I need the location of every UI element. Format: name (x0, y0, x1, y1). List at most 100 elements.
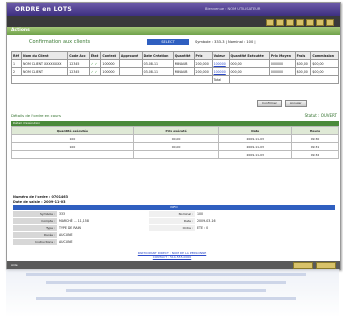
col-header: Quantité exécutée (11, 126, 134, 135)
select-button[interactable]: SELECT (147, 39, 189, 45)
cell: 100 (11, 134, 134, 143)
cell: 00,00 (132, 142, 220, 151)
col-header: Nom du Client (21, 51, 69, 60)
cell: 09:31 (291, 142, 339, 151)
bottom-button[interactable] (316, 262, 336, 269)
field-value: AUCUNE (59, 240, 73, 244)
table-header-row: Réf Nom du Client Code Acc État Contrat … (10, 51, 339, 60)
reflection-stripe (36, 297, 296, 300)
cell: 2009-11-03 (218, 134, 293, 143)
field-label: Compte : (13, 218, 57, 224)
table-row: 2009-11-03 09:32 (11, 150, 339, 159)
field-value: 100 (197, 212, 204, 216)
cell: 12345 (67, 59, 90, 68)
nav-button[interactable] (266, 19, 274, 26)
cell (228, 75, 340, 84)
form-row: Type : TYPE DE RAIN Ordre : ETE : 0 (13, 225, 335, 231)
cell: 100000 (100, 59, 120, 68)
field-value: ETE : 0 (197, 226, 209, 230)
order-number: Numéro de l'ordre : 0701463 (13, 195, 69, 199)
check-icon: ✓ ✓ (88, 59, 102, 68)
cell (11, 150, 134, 159)
cell: $00,00 (310, 59, 339, 68)
form-row: Compte : MARCHÉ ... 11,158 Date : 2009-0… (13, 218, 335, 224)
symbol-label: Symbole : 333-3 | Nominal : 100 | (195, 40, 256, 44)
cell: 2009-11-03 (218, 150, 293, 159)
table-row: 100 00,00 2009-11-03 09:31 (11, 142, 339, 151)
form-row: Instructions : AUCUNE (13, 239, 335, 245)
cell: $00,00 (294, 67, 312, 76)
cancel-button[interactable]: Annuler (284, 100, 307, 107)
action-buttons: Confirmer Annuler (257, 100, 307, 107)
col-header: Heure (291, 126, 339, 135)
bottom-nav: Aide (7, 261, 340, 269)
contact-link[interactable]: CONTACT : 514-555-0000 (107, 255, 237, 259)
cell: 00,00 (132, 134, 220, 143)
field-label: Date : (149, 218, 195, 224)
nav-button[interactable] (306, 19, 314, 26)
top-nav (266, 19, 334, 26)
form-header: INFO (13, 205, 335, 210)
form-row: Durée : AUCUNE (13, 232, 335, 238)
cell: 1 (10, 59, 23, 68)
cell (118, 67, 143, 76)
app-window: ORDRE en LOTS Bienvenue : NOM UTILISATEU… (6, 2, 341, 270)
nav-button[interactable] (326, 19, 334, 26)
col-header: Prix Moyen (268, 51, 296, 60)
cell: $00,00 (310, 67, 339, 76)
execution-table: Quantité exécutée Prix exécuté Date Heur… (11, 126, 339, 159)
cell-link[interactable]: 100000 (211, 67, 230, 76)
cell: 03-08-11 (141, 59, 174, 68)
cell (118, 59, 143, 68)
check-icon: ✓ ✓ (88, 67, 102, 76)
field-label: Instructions : (13, 239, 57, 245)
col-header: Frais (294, 51, 312, 60)
orders-table: Réf Nom du Client Code Acc État Contrat … (10, 51, 340, 84)
nav-button[interactable] (316, 19, 324, 26)
order-info: Numéro de l'ordre : 0701463 Date de sais… (13, 195, 68, 205)
order-form: INFO Symbole : 333 Nominal : 100 Compte … (13, 205, 335, 246)
field-label: Nominal : (149, 211, 195, 217)
cell: 200,000 (193, 67, 213, 76)
app-title: ORDRE en LOTS (15, 6, 72, 13)
col-header: Code Acc (67, 51, 90, 60)
col-header: Quantité Exécutée (228, 51, 270, 60)
cell: 2 (10, 67, 23, 76)
footer-links: PARTICIPANT DIRECT : NOM DE LA PERSONNE … (107, 251, 237, 259)
cell-link[interactable]: 100000 (211, 59, 230, 68)
field-value: MARCHÉ ... 11,158 (59, 219, 89, 223)
title-bar: ORDRE en LOTS Bienvenue : NOM UTILISATEU… (7, 3, 340, 16)
nav-button[interactable] (286, 19, 294, 26)
col-header: Approuvé (118, 51, 143, 60)
col-header: Prix (193, 51, 213, 60)
col-header: Date (218, 126, 293, 135)
help-link[interactable]: Aide (11, 263, 18, 267)
cell: NOM CLIENT (21, 67, 69, 76)
total-row: Total (11, 75, 340, 84)
nav-button[interactable] (296, 19, 304, 26)
confirmation-title: Confirmation aux clients (29, 39, 91, 45)
cell: 09:30 (291, 134, 339, 143)
cell: MINAUB (172, 67, 195, 76)
nav-button[interactable] (276, 19, 284, 26)
section-bar: Actions (7, 27, 340, 35)
cell: 000,00 (228, 59, 270, 68)
reflection-stripe (26, 273, 306, 276)
cell: MINAUB (172, 59, 195, 68)
table-row[interactable]: 1 NOM CLIENT XXXXXXXX 12345 ✓ ✓ 100000 0… (10, 59, 339, 68)
table-row[interactable]: 2 NOM CLIENT 12345 ✓ ✓ 100000 03-08-11 M… (10, 67, 339, 76)
cell: NOM CLIENT XXXXXXXX (21, 59, 69, 68)
welcome-text: Bienvenue : NOM UTILISATEUR (205, 7, 261, 11)
field-label: Type : (13, 225, 57, 231)
col-header: Prix exécuté (132, 126, 220, 135)
bottom-buttons (293, 262, 336, 269)
status-badge: Statut : OUVERT (304, 113, 337, 118)
cell: 12345 (67, 67, 90, 76)
confirm-button[interactable]: Confirmer (257, 100, 282, 107)
col-header: Quantité (172, 51, 195, 60)
field-value: 333 (59, 212, 66, 216)
form-row: Symbole : 333 Nominal : 100 (13, 211, 335, 217)
col-header: Commission (310, 51, 339, 60)
table-row: 100 00,00 2009-11-03 09:30 (11, 134, 339, 143)
bottom-button[interactable] (293, 262, 313, 269)
